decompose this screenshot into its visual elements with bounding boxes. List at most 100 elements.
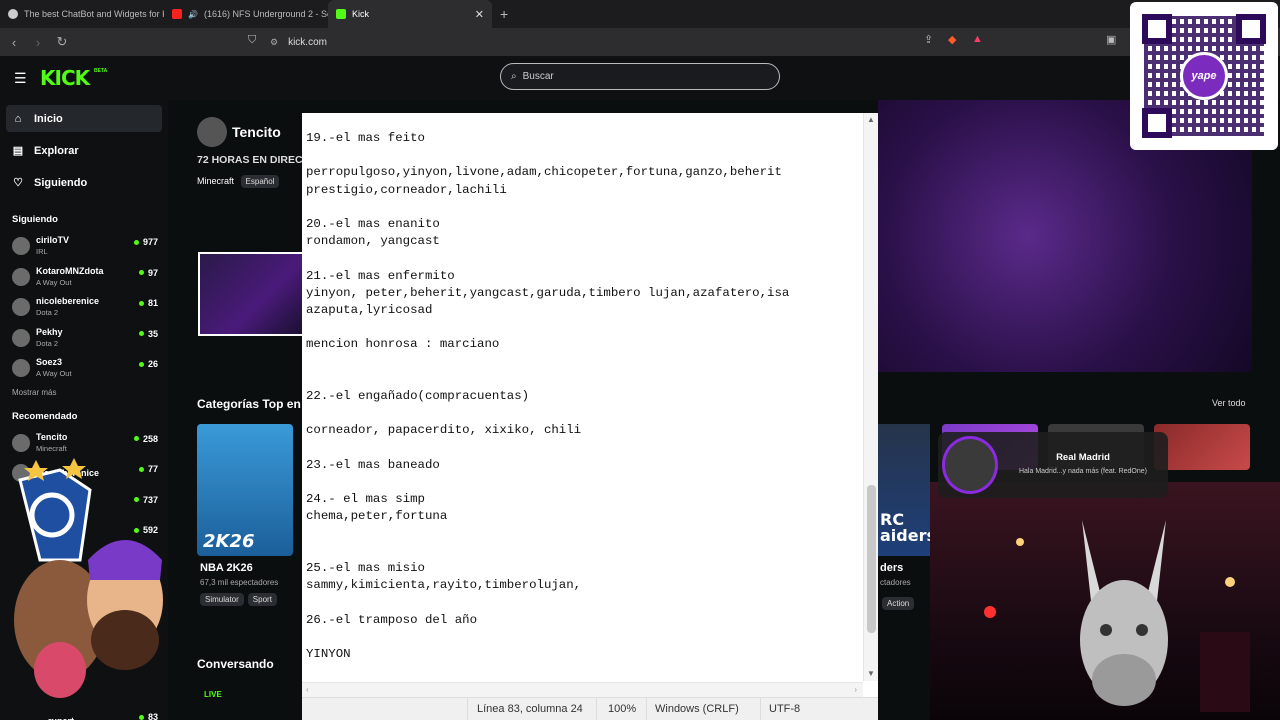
- viewer-count: 97: [147, 267, 158, 278]
- forward-icon[interactable]: ›: [28, 35, 48, 50]
- notepad-line: perropulgoso,yinyon,livone,adam,chicopet…: [306, 165, 782, 180]
- rewards-icon[interactable]: ▲: [972, 33, 983, 45]
- notepad-line: azaputa,lyricosad: [306, 303, 433, 318]
- streamer-name[interactable]: Tencito: [232, 124, 281, 140]
- sidebar-toggle-icon[interactable]: ▣: [1106, 33, 1116, 46]
- notepad-line: corneador, papacerdito, xixiko, chili: [306, 423, 582, 438]
- show-more-link[interactable]: Mostrar más: [0, 388, 168, 397]
- nav-inicio[interactable]: ⌂ Inicio: [6, 105, 162, 132]
- notepad-line: 24.- el mas simp: [306, 492, 425, 507]
- site-info-icon[interactable]: ⚙: [270, 37, 278, 48]
- avatar[interactable]: [197, 117, 227, 147]
- scroll-right-icon[interactable]: ›: [854, 685, 857, 694]
- following-channel[interactable]: Pekhy Dota 2 35: [0, 323, 168, 354]
- notepad-line: 25.-el mas misio: [306, 561, 425, 576]
- channel-name: KotaroMNZdota: [36, 265, 104, 276]
- following-channel[interactable]: nicoleberenice Dota 2 81: [0, 292, 168, 323]
- live-dot-icon: [133, 239, 139, 245]
- notepad-line: sammy,kimicienta,rayito,timberolujan,: [306, 578, 582, 593]
- vertical-scrollbar[interactable]: ▲ ▼: [863, 113, 878, 681]
- browser-tab-1[interactable]: 🔊 (1616) NFS Underground 2 - Sou: [164, 0, 328, 28]
- chatbot-favicon-icon: [8, 9, 18, 19]
- channel-name: Soez3: [36, 357, 63, 368]
- notepad-line: [306, 629, 862, 646]
- kick-logo[interactable]: KICK: [40, 66, 90, 90]
- notepad-window[interactable]: 19.-el mas feito perropulgoso,yinyon,liv…: [302, 113, 878, 720]
- category-name[interactable]: NBA 2K26: [200, 562, 253, 574]
- notepad-text-area[interactable]: 19.-el mas feito perropulgoso,yinyon,liv…: [306, 130, 862, 690]
- notepad-line: 21.-el mas enfermito: [306, 268, 455, 283]
- live-dot-icon: [133, 436, 139, 441]
- channel-game: Dota 2: [36, 308, 59, 318]
- search-icon: ⌕: [511, 71, 517, 82]
- notepad-line: mencion honrosa : marciano: [306, 337, 500, 352]
- notepad-line: [306, 474, 862, 491]
- search-placeholder: Buscar: [522, 71, 554, 82]
- donkey-mask-image: [1080, 520, 1168, 706]
- stream-category[interactable]: Minecraft: [197, 176, 234, 186]
- tab-title: The best ChatBot and Widgets for Ki: [24, 9, 164, 19]
- notepad-line: [306, 526, 862, 543]
- channel-game: IRL: [36, 247, 48, 257]
- viewer-count: 35: [147, 328, 158, 339]
- following-channel[interactable]: ciriloTV IRL 977: [0, 231, 168, 262]
- notepad-line: [306, 594, 862, 611]
- category-name[interactable]: ders: [880, 562, 903, 574]
- avatar: [12, 298, 30, 317]
- channel-game: A Way Out: [36, 277, 72, 287]
- category-card-image[interactable]: RC aiders: [878, 424, 936, 556]
- notepad-line: 19.-el mas feito: [306, 131, 425, 145]
- stream-thumbnail[interactable]: [198, 252, 304, 336]
- nav-siguiendo[interactable]: ♡ Siguiendo: [6, 169, 162, 196]
- live-dot-icon: [138, 361, 144, 367]
- new-tab-icon[interactable]: +: [492, 6, 516, 22]
- conversando-title: Conversando: [197, 657, 274, 671]
- notepad-line: [306, 354, 862, 371]
- category-tag[interactable]: Sport: [247, 593, 277, 606]
- notepad-line: rondamon, yangcast: [306, 234, 440, 249]
- browser-tab-2[interactable]: Kick ✕: [328, 0, 492, 28]
- browser-tab-bar: The best ChatBot and Widgets for Ki 🔊 (1…: [0, 0, 1280, 28]
- nav-explorar[interactable]: ▤ Explorar: [6, 137, 162, 164]
- category-tag[interactable]: Simulator: [200, 593, 244, 606]
- cartoon-avatar-image: [14, 458, 163, 698]
- avatar: [12, 237, 30, 256]
- search-input[interactable]: ⌕ Buscar: [500, 63, 780, 90]
- menu-icon[interactable]: ☰: [14, 70, 27, 87]
- see-all-link[interactable]: Ver todo: [1212, 398, 1246, 408]
- now-playing-widget: Real Madrid Hala Madrid...y nada más (fe…: [938, 432, 1168, 498]
- category-card-image[interactable]: 2K26: [197, 424, 293, 556]
- browser-tab-0[interactable]: The best ChatBot and Widgets for Ki: [0, 0, 164, 28]
- viewer-count: 977: [142, 237, 158, 247]
- url-field[interactable]: ⚙ kick.com: [270, 32, 990, 52]
- top-categories-title: Categorías Top en: [197, 397, 301, 411]
- following-channel[interactable]: KotaroMNZdota A Way Out 97: [0, 262, 168, 293]
- scroll-left-icon[interactable]: ‹: [306, 685, 309, 694]
- channel-name: Pekhy: [36, 326, 63, 337]
- address-bar: ‹ › ↻ ⛉ ⚙ kick.com ⇪ ◆ ▲ ▣: [0, 28, 1280, 56]
- kick-favicon-icon: [336, 9, 346, 19]
- horizontal-scrollbar[interactable]: ‹ ›: [302, 682, 863, 697]
- scrollbar-thumb[interactable]: [867, 485, 876, 633]
- category-viewers: 67,3 mil espectadores: [200, 578, 279, 587]
- scroll-down-icon[interactable]: ▼: [867, 669, 875, 678]
- category-card-image[interactable]: [1154, 424, 1250, 470]
- avatar: [12, 328, 30, 347]
- back-icon[interactable]: ‹: [4, 35, 24, 50]
- bookmark-icon[interactable]: ⛉: [248, 34, 256, 47]
- notepad-line: prestigio,corneador,lachili: [306, 182, 507, 197]
- brave-shield-icon[interactable]: ◆: [948, 33, 956, 46]
- line-ending: Windows (CRLF): [655, 703, 739, 715]
- speaker-icon: 🔊: [188, 9, 198, 19]
- notepad-line: yinyon, peter,beherit,yangcast,garuda,ti…: [306, 285, 790, 300]
- following-channel[interactable]: Soez3 A Way Out 26: [0, 353, 168, 384]
- language-tag[interactable]: Español: [240, 175, 280, 188]
- heart-icon: ♡: [13, 177, 23, 189]
- scroll-up-icon[interactable]: ▲: [867, 115, 875, 124]
- channel-name: Tencito: [36, 431, 68, 442]
- notepad-line: [306, 319, 862, 336]
- category-tag[interactable]: Action: [882, 597, 915, 610]
- close-tab-icon[interactable]: ✕: [475, 8, 484, 21]
- share-icon[interactable]: ⇪: [924, 33, 933, 46]
- reload-icon[interactable]: ↻: [52, 34, 72, 50]
